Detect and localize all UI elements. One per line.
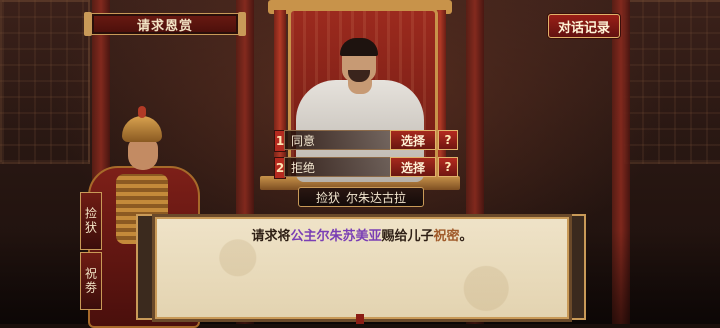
option-label: 同意 — [284, 130, 392, 150]
dialog-segment: 请求将 — [251, 229, 291, 244]
dialog-segment-period: 。 — [459, 229, 473, 244]
window-lattice-right — [624, 0, 720, 164]
window-lattice-left — [0, 0, 90, 164]
option-row-refuse: 2 拒绝 选择 ? — [274, 157, 460, 179]
dialog-box: 请求将公主尔朱苏美亚赐给儿子祝密。 — [152, 214, 572, 322]
general-face — [128, 138, 158, 170]
dialog-handle — [356, 314, 364, 324]
banner-cap-right — [238, 12, 246, 36]
throne-post-left — [274, 10, 286, 180]
side-tag-name: 祝劵 — [80, 252, 102, 310]
dialog-log-button[interactable]: 对话记录 — [548, 14, 620, 38]
select-button-refuse[interactable]: 选择 — [390, 157, 436, 177]
side-tag-rank: 捡犾 — [80, 192, 102, 250]
speaker-title: 捡犾 — [315, 190, 340, 205]
banner-cap-left — [84, 12, 92, 36]
general-plume — [138, 106, 146, 118]
dialog-text: 请求将公主尔朱苏美亚赐给儿子祝密。 — [155, 225, 569, 244]
dialog-segment-person: 尔朱苏美亚 — [316, 229, 382, 244]
help-button-refuse[interactable]: ? — [438, 157, 458, 177]
dialog-segment-title: 公主 — [290, 229, 317, 244]
option-label: 拒绝 — [284, 157, 392, 177]
dialog-segment: 赐给儿子 — [381, 229, 434, 244]
event-title: 请求恩赏 — [136, 18, 193, 34]
speaker-name: 尔朱达古拉 — [346, 190, 407, 205]
event-title-banner: 请求恩赏 — [84, 12, 246, 36]
select-button-agree[interactable]: 选择 — [390, 130, 436, 150]
general-helmet — [122, 116, 162, 142]
speaker-nameplate: 捡犾 尔朱达古拉 — [298, 187, 424, 207]
dialog-segment-son: 祝密 — [433, 229, 460, 244]
help-button-agree[interactable]: ? — [438, 130, 458, 150]
option-row-agree: 1 同意 选择 ? — [274, 130, 460, 152]
